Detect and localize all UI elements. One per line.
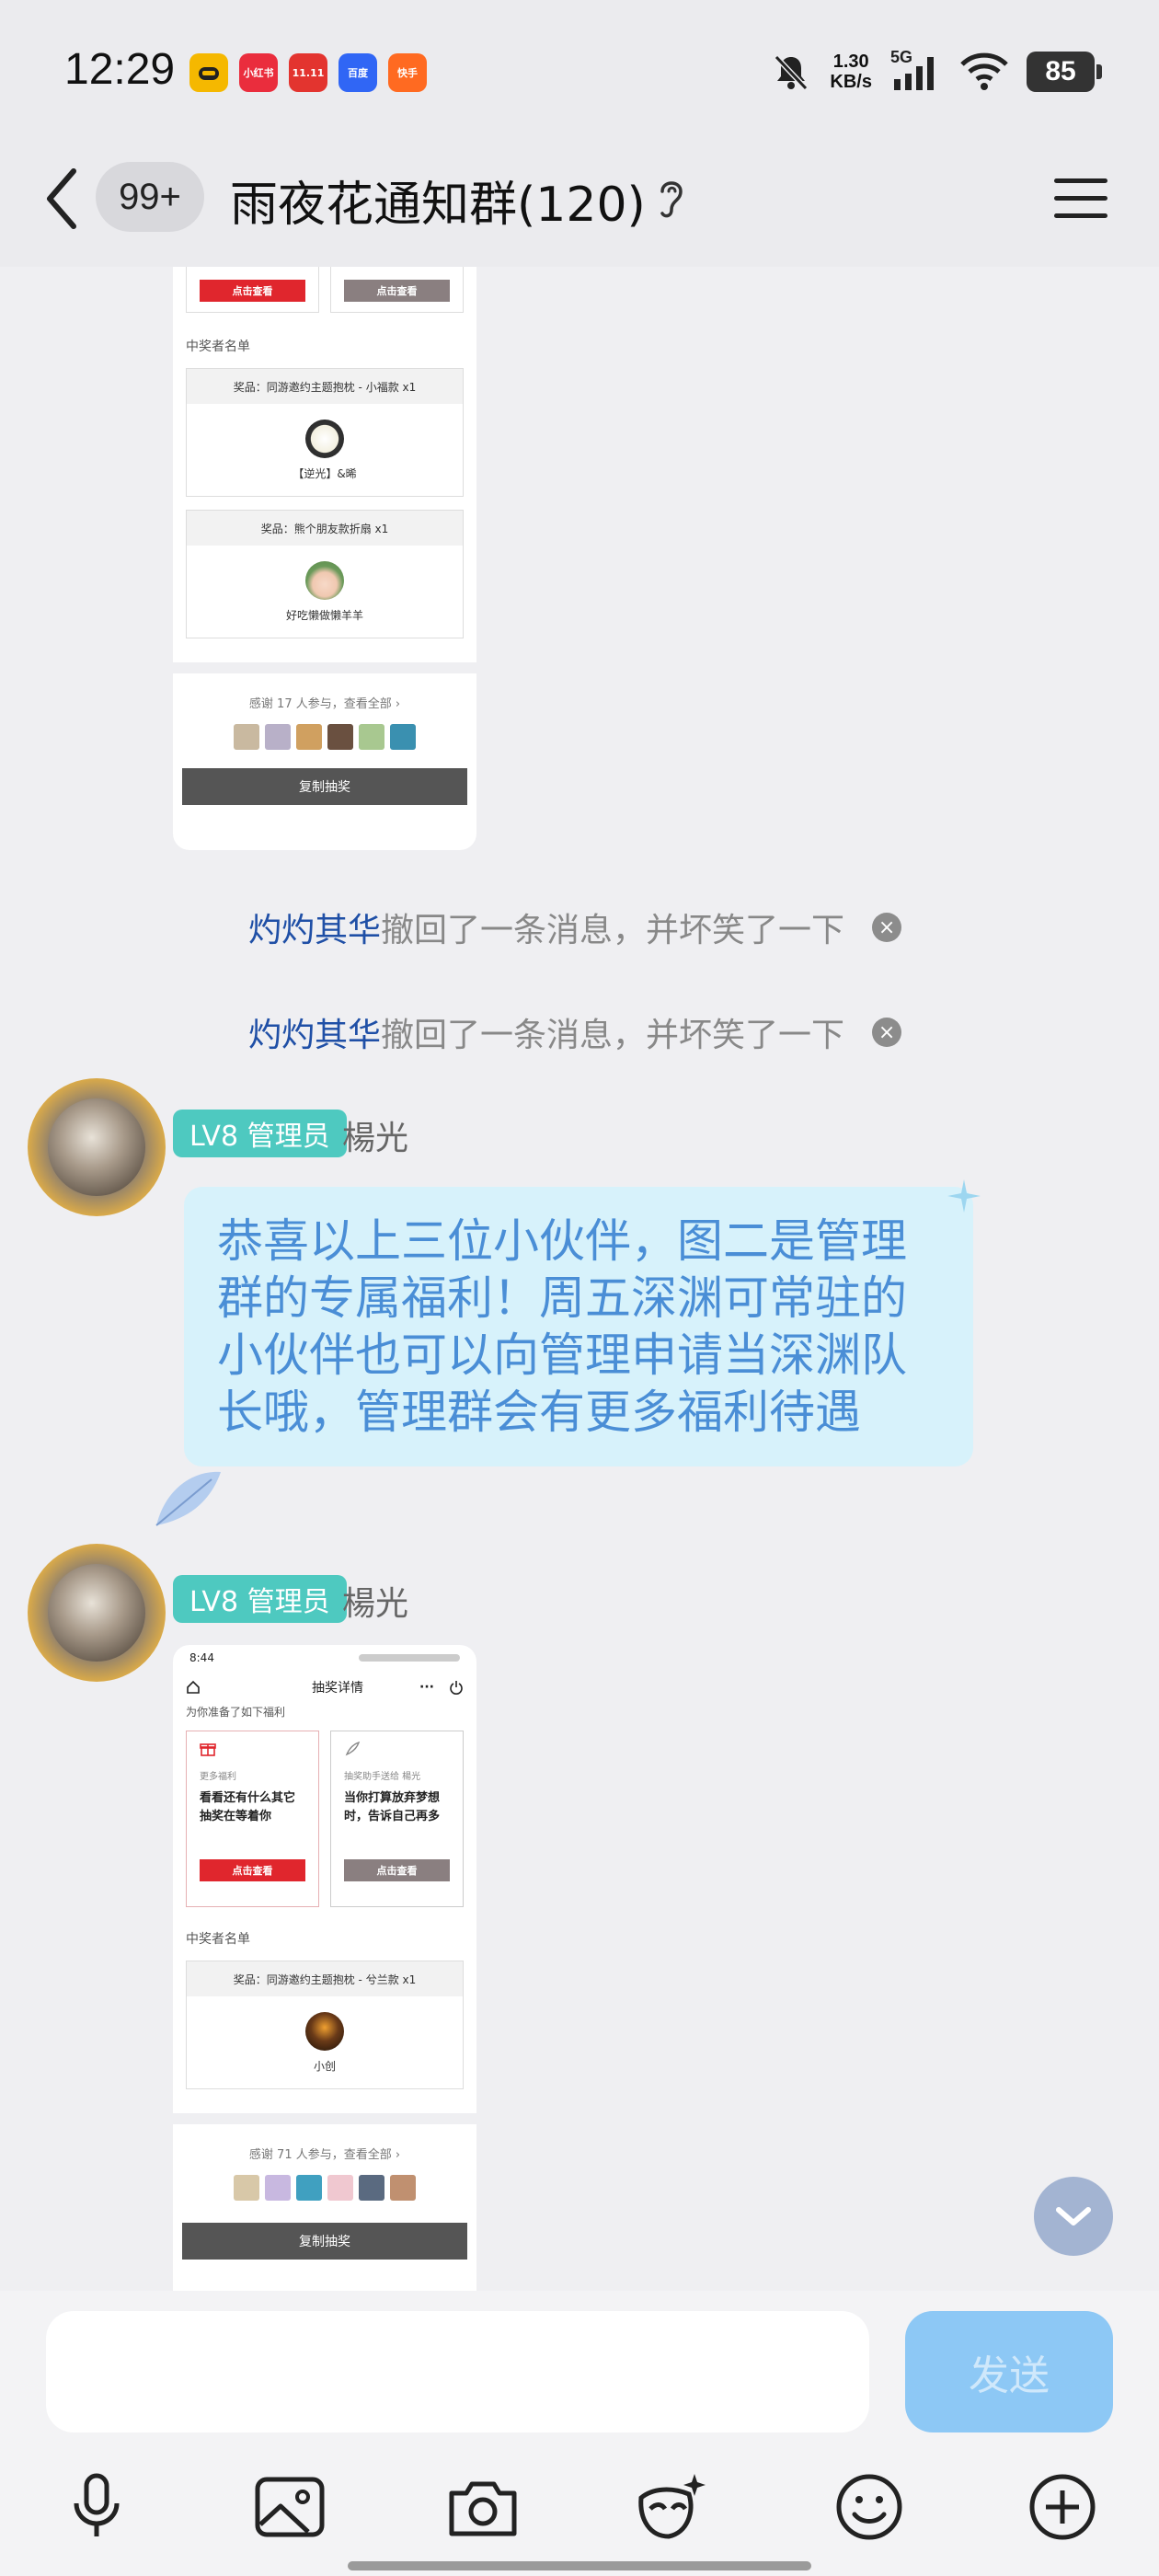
participant-thumbnails [173, 724, 476, 750]
winners-label: 中奖者名单 [186, 339, 250, 354]
prize-card: 奖品：熊个朋友款折扇 x1 好吃懒做懒羊羊 [186, 510, 464, 638]
winner-avatar [305, 419, 344, 458]
level-badge: LV8 管理员 [173, 1575, 347, 1623]
chat-header: 99+ 雨夜花通知群(120) [0, 138, 1159, 267]
prize-title: 奖品：熊个朋友款折扇 x1 [187, 511, 463, 546]
prize-title: 奖品：同游邀约主题抱枕 - 兮兰款 x1 [187, 1961, 463, 1996]
view-button[interactable]: 点击查看 [200, 280, 305, 302]
smile-icon [836, 2474, 902, 2540]
sender-avatar[interactable] [28, 1078, 166, 1216]
close-icon[interactable]: × [872, 1018, 902, 1047]
copy-lottery-button[interactable]: 复制抽奖 [182, 2223, 467, 2260]
shot-title: 抽奖详情 [312, 1681, 364, 1696]
winner-name: 小创 [313, 2059, 336, 2073]
baidu-app-icon: 百度 [339, 53, 377, 92]
battery-indicator: 85 [1027, 52, 1102, 92]
card-subtitle: 抽奖助手送给 楊光 [344, 1772, 421, 1782]
app-notification-icon [189, 53, 228, 92]
toolbar [0, 2466, 1159, 2558]
camera-button[interactable] [442, 2466, 524, 2548]
more-button[interactable] [1021, 2466, 1104, 2548]
sender-name[interactable]: 楊光 [342, 1577, 408, 1625]
winner-name: 【逆光】&晞 [293, 466, 357, 480]
participant-thumbnails [173, 2175, 476, 2201]
view-button[interactable]: 点击查看 [344, 1859, 450, 1881]
image-icon [255, 2477, 325, 2537]
feather-decoration-icon [155, 1471, 221, 1526]
emoji-button[interactable] [828, 2466, 911, 2548]
card-subtitle: 更多福利 [200, 1772, 236, 1782]
card-text: 当你打算放弃梦想时，告诉自己再多 [344, 1791, 441, 1823]
lottery-screenshot-2[interactable]: 8:44 抽奖详情 ··· 为你准备了如下福利 更多福利 看看还有什么其它抽奖在… [173, 1645, 476, 2291]
shot-status-time: 8:44 [189, 1651, 214, 1664]
microphone-icon [74, 2473, 120, 2536]
power-icon[interactable] [449, 1680, 464, 1695]
status-bar: 12:29 小红书 11.11 百度 快手 1.30 KB/s 5G 85 [0, 0, 1159, 138]
menu-icon[interactable] [1049, 166, 1113, 230]
network-speed: 1.30 KB/s [830, 52, 872, 92]
back-arrow-icon[interactable] [37, 162, 92, 236]
sparkle-icon [947, 1179, 981, 1213]
message-input[interactable] [46, 2311, 869, 2432]
level-badge: LV8 管理员 [173, 1110, 347, 1157]
view-button[interactable]: 点击查看 [344, 280, 450, 302]
image-button[interactable] [248, 2466, 331, 2548]
gift-icon [200, 1743, 216, 1756]
recall-notice: 灼灼其华 撤回了一条消息，并坏笑了一下 × [248, 1008, 902, 1056]
send-button[interactable]: 发送 [905, 2311, 1113, 2432]
prize-card: 奖品：同游邀约主题抱枕 - 小福款 x1 【逆光】&晞 [186, 368, 464, 497]
winner-name: 好吃懒做懒羊羊 [285, 608, 363, 622]
mute-bell-icon [775, 54, 809, 91]
status-time: 12:29 [64, 45, 176, 94]
cellular-signal-icon: 5G [890, 48, 942, 92]
home-icon[interactable] [186, 1680, 201, 1695]
feather-pen-icon [345, 1741, 361, 1756]
participants-link[interactable]: 感谢 71 人参与，查看全部 › [173, 2145, 476, 2162]
mask-sparkle-icon [638, 2474, 706, 2539]
sender-avatar[interactable] [28, 1544, 166, 1682]
lottery-screenshot-1[interactable]: 点击查看 点击查看 中奖者名单 奖品：同游邀约主题抱枕 - 小福款 x1 【逆光… [173, 267, 476, 850]
recall-user[interactable]: 灼灼其华 [248, 903, 381, 951]
ear-icon[interactable] [653, 175, 690, 221]
chevron-down-icon [1056, 2207, 1091, 2225]
unread-count-badge[interactable]: 99+ [96, 162, 204, 232]
participants-link[interactable]: 感谢 17 人参与，查看全部 › [173, 694, 476, 711]
intro-label: 为你准备了如下福利 [186, 1706, 286, 1719]
recall-user[interactable]: 灼灼其华 [248, 1008, 381, 1056]
home-indicator[interactable] [348, 2561, 811, 2570]
xiaohongshu-app-icon: 小红书 [239, 53, 278, 92]
view-button[interactable]: 点击查看 [200, 1859, 305, 1881]
shopping-app-icon: 11.11 [289, 53, 327, 92]
group-title: 雨夜花通知群(120) [230, 178, 646, 233]
scroll-down-button[interactable] [1034, 2177, 1113, 2256]
recall-notice: 灼灼其华 撤回了一条消息，并坏笑了一下 × [248, 903, 902, 951]
voice-button[interactable] [55, 2466, 138, 2548]
close-icon[interactable]: × [872, 913, 902, 942]
plus-icon [1029, 2474, 1096, 2540]
chat-messages[interactable]: 点击查看 点击查看 中奖者名单 奖品：同游邀约主题抱枕 - 小福款 x1 【逆光… [0, 267, 1159, 2291]
winner-avatar [305, 2011, 344, 2051]
copy-lottery-button[interactable]: 复制抽奖 [182, 768, 467, 805]
camera-icon [449, 2481, 517, 2536]
wifi-icon [960, 52, 1008, 90]
winner-avatar [305, 560, 344, 600]
prize-card: 奖品：同游邀约主题抱枕 - 兮兰款 x1 小创 [186, 1961, 464, 2089]
sender-name[interactable]: 楊光 [342, 1111, 408, 1159]
more-icon[interactable]: ··· [419, 1680, 434, 1695]
card-text: 看看还有什么其它抽奖在等着你 [200, 1791, 296, 1823]
prize-title: 奖品：同游邀约主题抱枕 - 小福款 x1 [187, 369, 463, 404]
message-bubble[interactable]: 恭喜以上三位小伙伴，图二是管理群的专属福利！周五深渊可常驻的小伙伴也可以向管理申… [184, 1187, 973, 1466]
mask-button[interactable] [631, 2466, 714, 2548]
kuaishou-app-icon: 快手 [388, 53, 427, 92]
input-bar: 发送 [0, 2291, 1159, 2576]
winners-label: 中奖者名单 [186, 1932, 250, 1947]
